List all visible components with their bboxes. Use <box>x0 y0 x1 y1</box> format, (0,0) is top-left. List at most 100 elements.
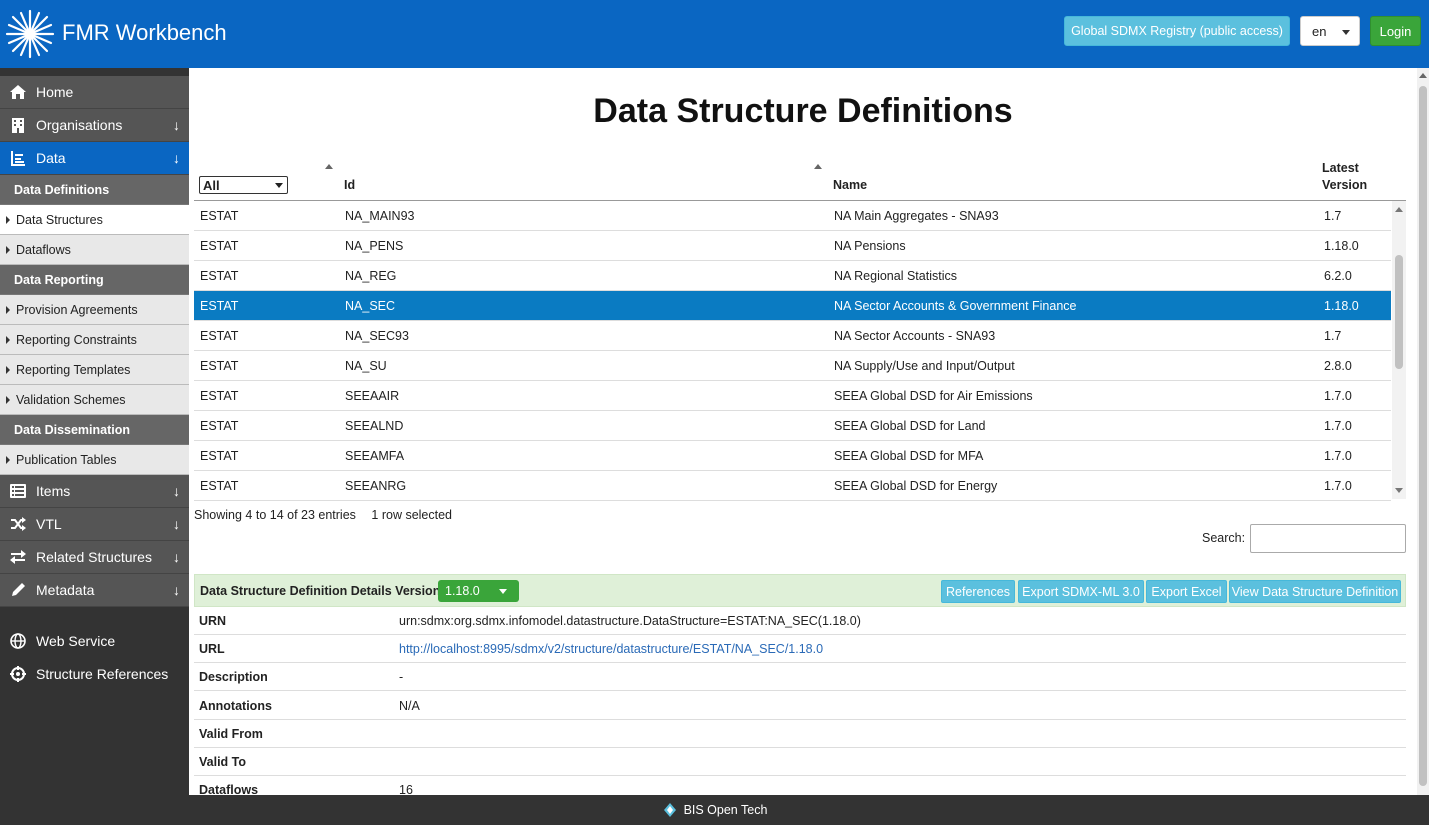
sidebar-item-items[interactable]: Items ↓ <box>0 475 189 508</box>
sidebar-item-web-service[interactable]: Web Service <box>0 624 189 657</box>
caret-right-icon <box>6 245 10 254</box>
column-header-name[interactable]: Name <box>833 178 867 192</box>
table-row[interactable]: ESTAT NA_REG NA Regional Statistics 6.2.… <box>194 261 1391 291</box>
detail-row-urn: URN urn:sdmx:org.sdmx.infomodel.datastru… <box>194 607 1406 635</box>
sidebar-item-label: Items <box>36 483 71 499</box>
table-row[interactable]: ESTAT SEEAMFA SEEA Global DSD for MFA 1.… <box>194 441 1391 471</box>
view-dsd-button[interactable]: View Data Structure Definition <box>1229 580 1401 603</box>
shuffle-icon <box>0 517 36 531</box>
entries-info: Showing 4 to 14 of 23 entries <box>194 508 356 522</box>
table-row[interactable]: ESTAT NA_SU NA Supply/Use and Input/Outp… <box>194 351 1391 381</box>
sidebar-item-reporting-constraints[interactable]: Reporting Constraints <box>0 325 189 355</box>
table-info: Showing 4 to 14 of 23 entries 1 row sele… <box>194 508 452 522</box>
column-header-version-line2[interactable]: Version <box>1322 178 1367 192</box>
scroll-up-icon[interactable] <box>1419 73 1427 78</box>
sidebar-item-label: Web Service <box>36 632 116 649</box>
caret-right-icon <box>6 305 10 314</box>
sidebar-item-label: Organisations <box>36 117 123 133</box>
language-value: en <box>1312 23 1327 39</box>
crosshair-icon <box>0 665 36 682</box>
sidebar-item-publication-tables[interactable]: Publication Tables <box>0 445 189 475</box>
section-data-dissemination: Data Dissemination <box>0 415 189 445</box>
arrow-down-icon: ↓ <box>173 117 180 133</box>
dsd-table-body: ESTAT NA_MAIN93 NA Main Aggregates - SNA… <box>194 201 1391 501</box>
sidebar-item-data-structures[interactable]: Data Structures <box>0 205 189 235</box>
url-link[interactable]: http://localhost:8995/sdmx/v2/structure/… <box>399 642 823 656</box>
scrollbar-thumb[interactable] <box>1419 86 1427 786</box>
export-excel-button[interactable]: Export Excel <box>1146 580 1227 603</box>
sidebar-item-label: Data <box>36 150 66 166</box>
sidebar-item-label: VTL <box>36 516 62 532</box>
detail-row-annotations: Annotations N/A <box>194 692 1406 720</box>
arrow-down-icon: ↓ <box>173 150 180 166</box>
selection-info: 1 row selected <box>371 508 453 522</box>
column-header-id[interactable]: Id <box>344 178 355 192</box>
scroll-down-icon[interactable] <box>1395 488 1403 493</box>
column-header-version-line1[interactable]: Latest <box>1322 161 1359 175</box>
detail-row-valid-to: Valid To <box>194 748 1406 776</box>
sidebar-item-reporting-templates[interactable]: Reporting Templates <box>0 355 189 385</box>
table-row-selected[interactable]: ESTAT NA_SEC NA Sector Accounts & Govern… <box>194 291 1391 321</box>
sidebar-item-validation-schemes[interactable]: Validation Schemes <box>0 385 189 415</box>
footer-text[interactable]: BIS Open Tech <box>684 803 768 817</box>
detail-row-description: Description - <box>194 663 1406 691</box>
chevron-down-icon <box>1342 30 1350 35</box>
page-scrollbar[interactable] <box>1417 68 1429 795</box>
caret-right-icon <box>6 365 10 374</box>
caret-right-icon <box>6 335 10 344</box>
table-row[interactable]: ESTAT NA_MAIN93 NA Main Aggregates - SNA… <box>194 201 1391 231</box>
top-header: FMR Workbench Global SDMX Registry (publ… <box>0 0 1429 68</box>
sidebar-item-dataflows[interactable]: Dataflows <box>0 235 189 265</box>
caret-right-icon <box>6 455 10 464</box>
export-sdmx-button[interactable]: Export SDMX-ML 3.0 <box>1018 580 1144 603</box>
table-row[interactable]: ESTAT NA_PENS NA Pensions 1.18.0 <box>194 231 1391 261</box>
caret-right-icon <box>6 395 10 404</box>
table-row[interactable]: ESTAT SEEANRG SEEA Global DSD for Energy… <box>194 471 1391 501</box>
sidebar-item-related-structures[interactable]: Related Structures ↓ <box>0 541 189 574</box>
agency-filter-value: All <box>203 177 220 193</box>
login-button[interactable]: Login <box>1370 16 1421 46</box>
references-button[interactable]: References <box>941 580 1015 603</box>
sidebar-item-home[interactable]: Home <box>0 76 189 109</box>
sidebar-item-structure-references[interactable]: Structure References <box>0 657 189 690</box>
agency-filter-select[interactable]: All <box>199 176 288 194</box>
table-row[interactable]: ESTAT SEEALND SEEA Global DSD for Land 1… <box>194 411 1391 441</box>
global-registry-button[interactable]: Global SDMX Registry (public access) <box>1064 16 1290 46</box>
table-row[interactable]: ESTAT SEEAAIR SEEA Global DSD for Air Em… <box>194 381 1391 411</box>
globe-icon <box>0 632 36 649</box>
details-header: Data Structure Definition Details Versio… <box>194 574 1406 607</box>
table-scrollbar[interactable] <box>1392 201 1406 499</box>
version-dropdown[interactable]: 1.18.0 <box>438 580 519 602</box>
pencil-icon <box>0 582 36 598</box>
arrow-down-icon: ↓ <box>173 483 180 499</box>
page-title: Data Structure Definitions <box>593 92 1013 130</box>
table-row[interactable]: ESTAT NA_SEC93 NA Sector Accounts - SNA9… <box>194 321 1391 351</box>
scroll-up-icon[interactable] <box>1395 207 1403 212</box>
sidebar-item-organisations[interactable]: Organisations ↓ <box>0 109 189 142</box>
caret-right-icon <box>6 215 10 224</box>
building-icon <box>0 117 36 133</box>
sidebar-item-label: Related Structures <box>36 549 152 565</box>
language-select[interactable]: en <box>1300 16 1360 46</box>
detail-row-dataflows: Dataflows 16 <box>194 776 1406 795</box>
home-icon <box>0 84 36 100</box>
app-title: FMR Workbench <box>62 20 227 45</box>
sort-asc-icon[interactable] <box>814 164 822 169</box>
sidebar-item-metadata[interactable]: Metadata ↓ <box>0 574 189 607</box>
sidebar-item-label: Structure References <box>36 665 169 682</box>
arrow-down-icon: ↓ <box>173 582 180 598</box>
list-icon <box>0 484 36 498</box>
sidebar-item-data[interactable]: Data ↓ <box>0 142 189 175</box>
arrow-down-icon: ↓ <box>173 549 180 565</box>
chevron-down-icon <box>499 589 507 594</box>
sidebar-item-provision-agreements[interactable]: Provision Agreements <box>0 295 189 325</box>
sidebar-item-label: Metadata <box>36 582 95 598</box>
sidebar-item-vtl[interactable]: VTL ↓ <box>0 508 189 541</box>
sort-asc-icon[interactable] <box>325 164 333 169</box>
scrollbar-thumb[interactable] <box>1395 255 1403 369</box>
fmr-logo-icon <box>5 9 55 59</box>
details-title: Data Structure Definition Details Versio… <box>200 584 445 598</box>
search-input[interactable] <box>1250 524 1406 553</box>
detail-row-valid-from: Valid From <box>194 720 1406 748</box>
main-content: Data Structure Definitions All Id Name L… <box>189 68 1417 795</box>
